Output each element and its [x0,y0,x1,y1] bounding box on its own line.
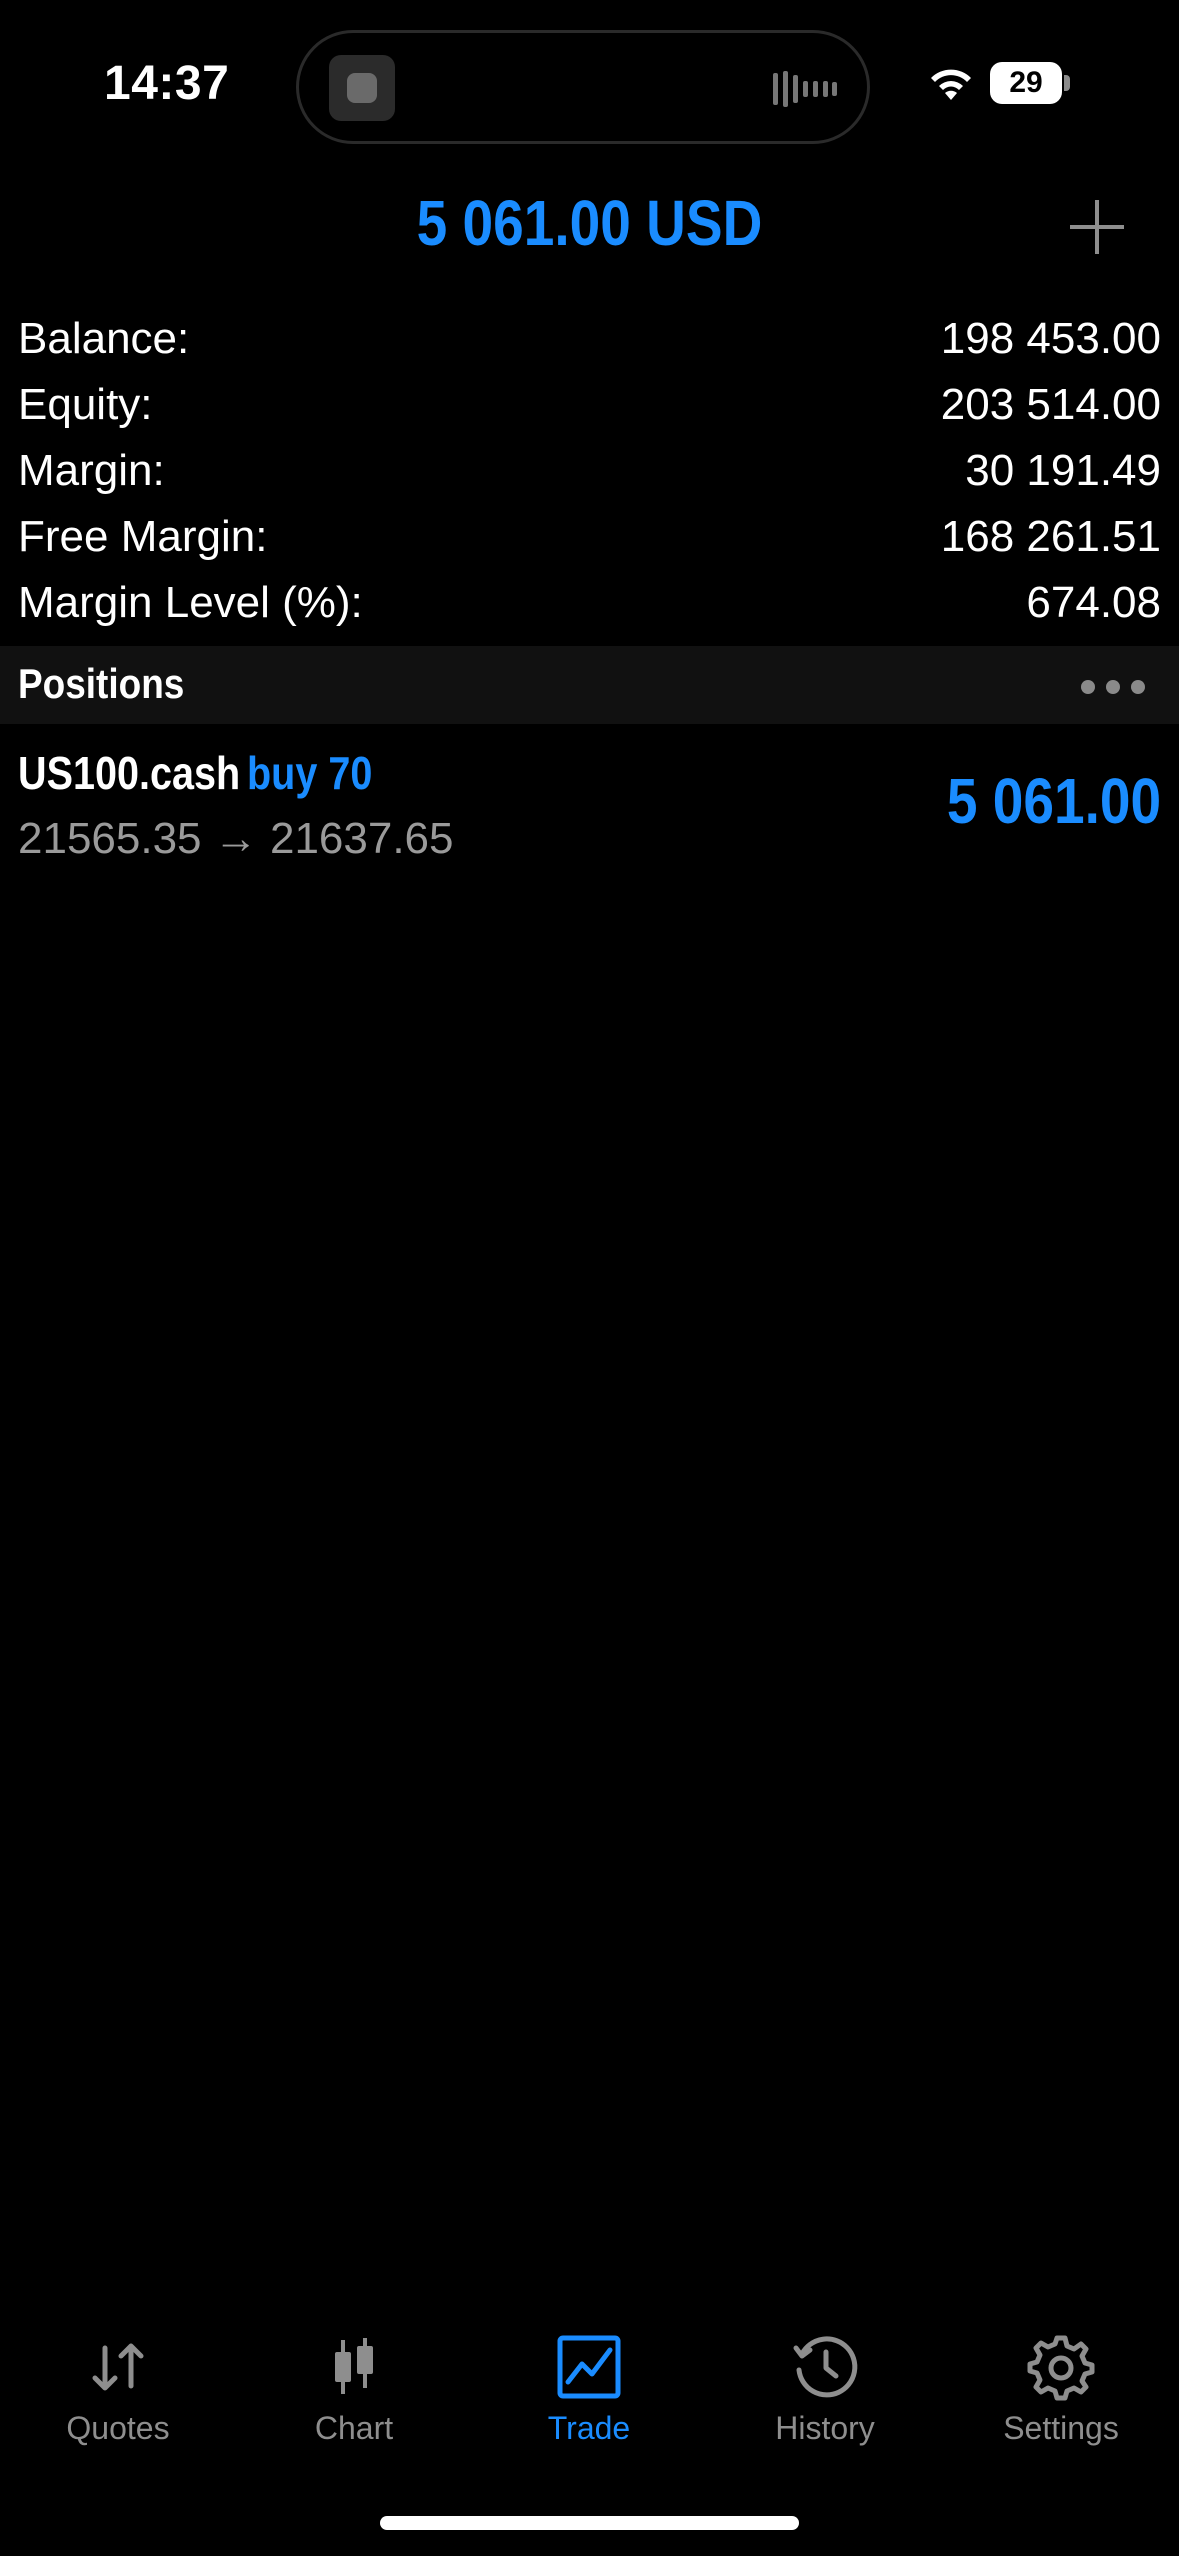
candlestick-icon [335,2338,373,2394]
balance-value: 198 453.00 [940,314,1161,363]
more-options-icon[interactable] [1081,670,1145,700]
positions-section-header: Positions [0,646,1179,724]
equity-row: Equity: 203 514.00 [18,372,1161,438]
equity-value: 203 514.00 [940,380,1161,429]
position-title: US100.cash buy 70 [18,746,372,800]
margin-row: Margin: 30 191.49 [18,438,1161,504]
tab-history-label: History [775,2410,875,2446]
more-dot [1131,680,1145,694]
position-profit: 5 061.00 [946,765,1161,837]
margin-level-value: 674.08 [1026,578,1161,627]
position-side-volume: buy 70 [247,747,373,799]
more-dot [1106,680,1120,694]
total-profit-header: 5 061.00 USD [416,187,763,259]
history-clock-icon [793,2336,858,2398]
position-prices: 21565.35 → 21637.65 [18,814,454,863]
tab-quotes[interactable]: Quotes [0,2316,236,2456]
dynamic-island[interactable] [296,30,870,144]
tab-history[interactable]: History [707,2316,943,2456]
tab-bar: Quotes Chart Trade History Settings [0,2316,1179,2456]
positions-title: Positions [18,660,185,707]
tab-chart-label: Chart [314,2410,394,2446]
balance-row: Balance: 198 453.00 [18,306,1161,372]
battery-icon: 29 [990,62,1070,104]
tab-quotes-label: Quotes [66,2410,170,2446]
tab-trade-label: Trade [547,2410,631,2446]
battery-level: 29 [990,62,1062,104]
free-margin-row: Free Margin: 168 261.51 [18,504,1161,570]
balance-label: Balance: [18,314,190,363]
arrows-updown-icon [92,2343,144,2391]
home-indicator[interactable] [380,2516,799,2530]
wifi-icon [931,69,971,100]
position-symbol: US100.cash [18,747,241,799]
margin-value: 30 191.49 [965,446,1161,495]
position-row[interactable]: US100.cash buy 70 21565.35 → 21637.65 5 0… [0,730,1179,880]
tab-chart[interactable]: Chart [236,2316,472,2456]
trade-chart-icon [557,2335,621,2399]
tab-settings-label: Settings [1003,2410,1119,2446]
gear-icon [1027,2335,1095,2401]
more-dot [1081,680,1095,694]
plus-icon[interactable] [1068,198,1126,256]
free-margin-label: Free Margin: [18,512,268,561]
status-time: 14:37 [104,57,230,110]
account-summary: Balance: 198 453.00 Equity: 203 514.00 M… [18,306,1161,636]
battery-tip [1064,75,1070,91]
margin-label: Margin: [18,446,165,495]
now-playing-artwork [329,55,395,121]
equity-label: Equity: [18,380,153,429]
audio-waveform-icon [773,71,837,107]
margin-level-row: Margin Level (%): 674.08 [18,570,1161,636]
tab-trade[interactable]: Trade [471,2316,707,2456]
free-margin-value: 168 261.51 [940,512,1161,561]
margin-level-label: Margin Level (%): [18,578,363,627]
tab-settings[interactable]: Settings [943,2316,1179,2456]
